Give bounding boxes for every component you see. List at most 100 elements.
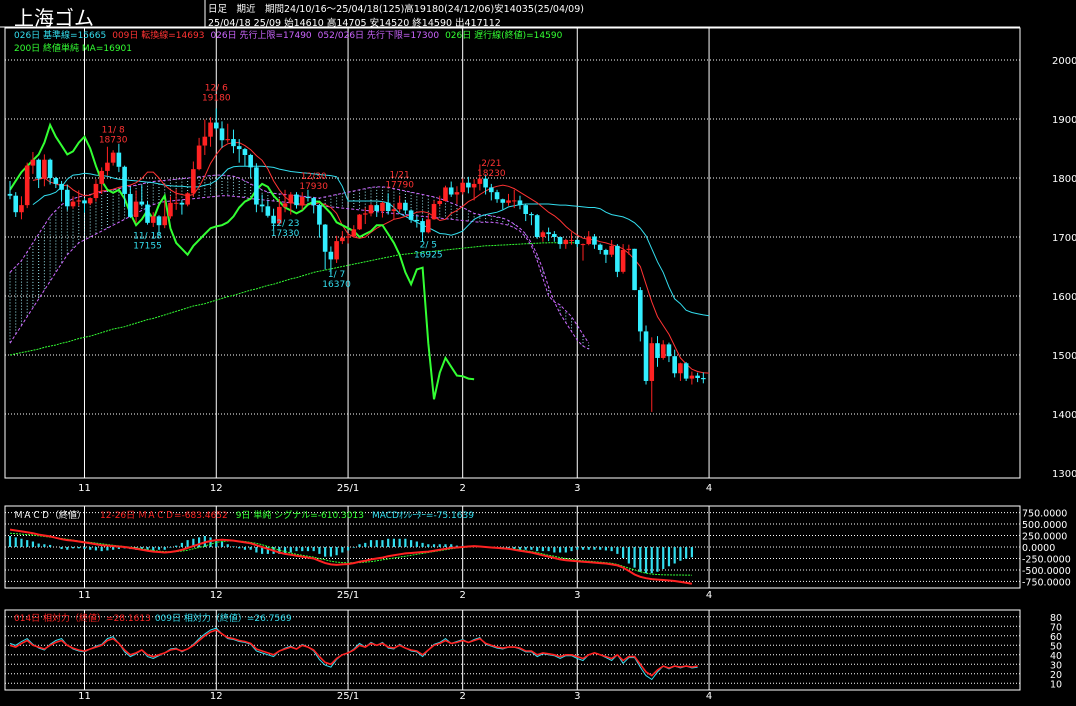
trough-date-label: 11/ 18 <box>133 232 162 242</box>
candle-body <box>471 183 477 188</box>
candle-body <box>552 234 557 237</box>
candle-body <box>362 213 368 215</box>
candle-body <box>523 205 528 214</box>
macd-legend-item: 9日 単純 シグナル=-610.3013 <box>236 509 364 521</box>
candle-body <box>546 232 551 235</box>
candle-body <box>368 205 374 214</box>
candle-body <box>425 219 431 233</box>
candle-body <box>443 187 448 202</box>
x-tick-label: 25/1 <box>337 483 359 494</box>
candle-body <box>403 202 408 211</box>
candle-body <box>139 201 145 205</box>
candle-body <box>666 344 672 357</box>
candle-body <box>408 210 414 220</box>
x-tick-label: 3 <box>574 483 580 494</box>
price-y-tick-label: 20000 <box>1052 56 1076 67</box>
senkou-span-b-line <box>9 195 590 344</box>
x-tick-label: 3 <box>574 691 580 702</box>
x-tick-label: 11 <box>78 590 91 601</box>
candle-body <box>683 363 689 379</box>
candle-body <box>563 239 569 245</box>
ichimoku-legend-item: 052/026日 先行下限=17300 <box>318 29 440 41</box>
candle-body <box>7 193 13 196</box>
x-tick-label: 25/1 <box>337 590 359 601</box>
price-y-tick-label: 19000 <box>1052 115 1076 126</box>
candle-body <box>162 216 168 226</box>
trough-date-label: 12/ 23 <box>271 219 300 229</box>
candle-body <box>638 290 643 332</box>
price-y-tick-label: 18000 <box>1052 174 1076 185</box>
candle-body <box>660 344 666 358</box>
candle-body <box>13 195 19 213</box>
candle-body <box>242 149 248 155</box>
peak-date-label: 12/30 <box>301 172 327 182</box>
candle-body <box>615 245 620 272</box>
candle-body <box>311 198 316 206</box>
candle-body <box>219 128 225 141</box>
peak-value-label: 19180 <box>202 93 231 103</box>
price-y-tick-label: 14000 <box>1052 410 1076 421</box>
candle-body <box>506 200 511 203</box>
candle-body <box>483 178 488 188</box>
ichimoku-legend-item: 026日 基準線=15665 <box>14 29 106 41</box>
candle-body <box>116 152 122 167</box>
candle-body <box>489 187 494 193</box>
rsi-y-tick-label: 10 <box>1050 679 1062 690</box>
trough-value-label: 17155 <box>133 242 162 252</box>
peak-value-label: 18230 <box>477 169 506 179</box>
candle-body <box>603 249 609 255</box>
candle-body <box>173 202 179 204</box>
candle-body <box>494 192 500 200</box>
candle-body <box>340 237 345 242</box>
peak-date-label: 12/ 6 <box>205 83 228 93</box>
candle-body <box>569 239 574 241</box>
candle-body <box>597 244 603 250</box>
candle-body <box>385 202 391 212</box>
macd-y-tick-label: 0.0000 <box>1022 543 1055 554</box>
candle-body <box>282 203 288 207</box>
candle-body <box>580 244 586 246</box>
candle-body <box>586 236 592 245</box>
candle-body <box>317 205 322 225</box>
candle-body <box>150 216 156 223</box>
x-tick-label: 25/1 <box>337 691 359 702</box>
candle-body <box>231 139 236 147</box>
candle-body <box>202 136 208 146</box>
candle-body <box>448 187 454 195</box>
candle-body <box>540 232 546 237</box>
candle-body <box>397 202 402 210</box>
peak-value-label: 18730 <box>99 135 128 145</box>
candle-body <box>655 343 660 358</box>
candle-body <box>380 202 385 212</box>
candle-body <box>643 331 649 381</box>
candle-body <box>431 203 437 220</box>
ma200-line <box>9 242 578 356</box>
price-panel-frame <box>4 27 1021 479</box>
x-tick-label: 2 <box>459 590 465 601</box>
candle-body <box>632 248 637 291</box>
x-tick-label: 12 <box>210 590 223 601</box>
x-tick-label: 11 <box>78 691 91 702</box>
candle-body <box>626 248 632 250</box>
candle-body <box>156 216 162 226</box>
trough-value-label: 16370 <box>322 280 351 290</box>
peak-date-label: 2/21 <box>481 159 501 169</box>
x-tick-label: 11 <box>78 483 91 494</box>
candle-body <box>259 204 265 207</box>
trough-value-label: 17330 <box>271 229 300 239</box>
candle-body <box>649 343 655 381</box>
candle-body <box>30 159 36 166</box>
candle-body <box>672 356 677 374</box>
x-tick-label: 4 <box>706 483 712 494</box>
candle-body <box>592 236 597 245</box>
macd-y-tick-label: -750.0000 <box>1022 577 1071 588</box>
candle-body <box>105 162 110 171</box>
candle-body <box>288 194 294 204</box>
candle-body <box>191 169 196 194</box>
candle-body <box>345 236 351 238</box>
macd-y-tick-label: 500.0000 <box>1022 520 1067 531</box>
candle-body <box>466 182 471 188</box>
candle-body <box>179 202 185 205</box>
candle-body <box>557 237 563 245</box>
candle-body <box>82 200 87 204</box>
